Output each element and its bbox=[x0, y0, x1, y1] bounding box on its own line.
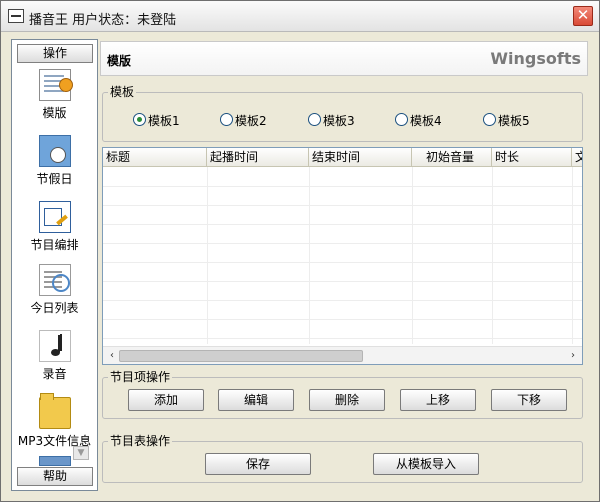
template-icon bbox=[38, 69, 73, 101]
sidebar-item-schedule[interactable]: 节目编排 bbox=[12, 201, 97, 253]
radio-dot[interactable] bbox=[220, 113, 233, 126]
schedule-icon bbox=[38, 201, 71, 233]
grid-line bbox=[103, 186, 582, 187]
today-list-icon bbox=[38, 264, 71, 296]
close-button[interactable]: ✕ bbox=[573, 6, 593, 26]
title-bar: 播音王 用户状态：未登陆 ✕ bbox=[1, 1, 599, 32]
grid-line bbox=[309, 167, 310, 344]
radio-dot[interactable] bbox=[395, 113, 408, 126]
grid-line bbox=[103, 224, 582, 225]
table-ops-group: 节目表操作 保存 从模板导入 bbox=[102, 434, 583, 483]
grid-line bbox=[103, 262, 582, 263]
column-header[interactable]: 标题 bbox=[103, 148, 207, 167]
sidebar-item-label: 今日列表 bbox=[30, 301, 79, 315]
sidebar-scroll-down-button[interactable]: ▼ bbox=[73, 446, 89, 460]
folder-icon bbox=[38, 393, 71, 429]
brand-logo: Wingsofts bbox=[490, 49, 581, 68]
column-header[interactable]: 文 bbox=[572, 148, 582, 167]
sidebar-item-label: 节假日 bbox=[36, 172, 73, 186]
app-window: 播音王 用户状态：未登陆 ✕ 操作 模版 节假日 节目编排 今日列表 录音 MP… bbox=[0, 0, 600, 502]
move-down-button[interactable]: 下移 bbox=[491, 389, 567, 411]
program-table[interactable]: 标题 起播时间 结束时间 初始音量 时长 文 ‹ bbox=[102, 147, 583, 365]
save-button[interactable]: 保存 bbox=[205, 453, 311, 475]
item-ops-legend: 节目项操作 bbox=[108, 370, 173, 384]
grid-line bbox=[412, 167, 413, 344]
grid-line bbox=[103, 338, 582, 339]
sidebar-item-holiday[interactable]: 节假日 bbox=[12, 135, 97, 187]
delete-button[interactable]: 删除 bbox=[309, 389, 385, 411]
sidebar-header-button[interactable]: 操作 bbox=[17, 44, 93, 63]
item-ops-group: 节目项操作 添加 编辑 删除 上移 下移 bbox=[102, 370, 583, 419]
holiday-icon bbox=[38, 135, 71, 167]
horizontal-scrollbar[interactable]: ‹ › bbox=[103, 346, 582, 364]
partial-icon bbox=[38, 456, 71, 466]
main-panel: 模版 Wingsofts 模板 模板1 模板2 模板3 模板4 模板5 标题 起… bbox=[98, 39, 591, 491]
column-header[interactable]: 初始音量 bbox=[412, 148, 492, 167]
scrollbar-thumb[interactable] bbox=[119, 350, 363, 362]
move-up-button[interactable]: 上移 bbox=[400, 389, 476, 411]
radio-label: 模板4 bbox=[410, 114, 442, 128]
grid-line bbox=[103, 300, 582, 301]
radio-dot[interactable] bbox=[483, 113, 496, 126]
column-header[interactable]: 时长 bbox=[492, 148, 572, 167]
radio-dot[interactable] bbox=[133, 113, 146, 126]
grid-line bbox=[103, 243, 582, 244]
app-icon bbox=[8, 9, 24, 23]
grid-line bbox=[103, 319, 582, 320]
scroll-right-icon[interactable]: › bbox=[566, 349, 580, 363]
table-ops-legend: 节目表操作 bbox=[108, 434, 173, 448]
template-group-legend: 模板 bbox=[108, 85, 137, 99]
radio-label: 模板2 bbox=[235, 114, 267, 128]
radio-dot[interactable] bbox=[308, 113, 321, 126]
help-button[interactable]: 帮助 bbox=[17, 467, 93, 486]
grid-line bbox=[103, 281, 582, 282]
sidebar: 操作 模版 节假日 节目编排 今日列表 录音 MP3文件信息 ▼ 帮助 bbox=[11, 39, 98, 491]
template-group: 模板 模板1 模板2 模板3 模板4 模板5 bbox=[102, 85, 583, 142]
column-header[interactable]: 结束时间 bbox=[309, 148, 412, 167]
grid-line bbox=[572, 167, 573, 344]
radio-label: 模板1 bbox=[148, 114, 180, 128]
sidebar-item-mp3-info[interactable]: MP3文件信息 bbox=[12, 393, 97, 449]
table-header: 标题 起播时间 结束时间 初始音量 时长 文 bbox=[103, 148, 582, 167]
sidebar-item-template[interactable]: 模版 bbox=[12, 69, 97, 121]
radio-label: 模板3 bbox=[323, 114, 355, 128]
sidebar-item-label: 节目编排 bbox=[30, 238, 79, 252]
panel-header: 模版 Wingsofts bbox=[100, 41, 588, 76]
sidebar-item-label: 模版 bbox=[42, 106, 67, 120]
sidebar-item-label: 录音 bbox=[42, 367, 67, 381]
import-from-template-button[interactable]: 从模板导入 bbox=[373, 453, 479, 475]
column-header[interactable]: 起播时间 bbox=[207, 148, 309, 167]
grid-line bbox=[103, 205, 582, 206]
record-music-icon bbox=[38, 330, 71, 362]
grid-line bbox=[207, 167, 208, 344]
page-title: 模版 bbox=[107, 54, 132, 68]
grid-line bbox=[492, 167, 493, 344]
radio-label: 模板5 bbox=[498, 114, 530, 128]
edit-button[interactable]: 编辑 bbox=[218, 389, 294, 411]
scroll-left-icon[interactable]: ‹ bbox=[105, 349, 119, 363]
window-title: 播音王 用户状态：未登陆 bbox=[29, 13, 177, 28]
sidebar-item-record[interactable]: 录音 bbox=[12, 330, 97, 382]
sidebar-item-today-list[interactable]: 今日列表 bbox=[12, 264, 97, 316]
add-button[interactable]: 添加 bbox=[128, 389, 204, 411]
